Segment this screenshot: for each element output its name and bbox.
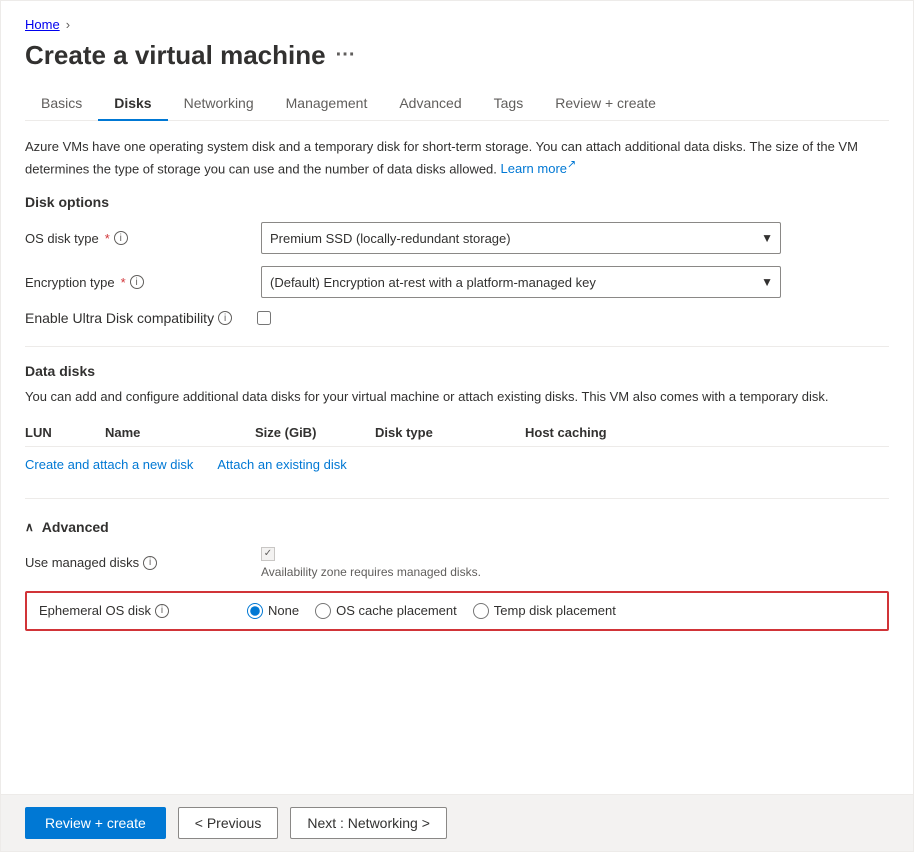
create-attach-disk-link[interactable]: Create and attach a new disk xyxy=(25,457,193,472)
previous-button[interactable]: < Previous xyxy=(178,807,279,839)
external-link-icon: ↗ xyxy=(567,159,576,171)
ultra-disk-info-icon[interactable]: i xyxy=(218,311,232,325)
breadcrumb: Home › xyxy=(25,17,889,32)
col-disk-type: Disk type xyxy=(375,425,525,440)
os-disk-type-select[interactable]: Premium SSD (locally-redundant storage) … xyxy=(261,222,781,254)
review-create-button[interactable]: Review + create xyxy=(25,807,166,839)
data-disks-actions: Create and attach a new disk Attach an e… xyxy=(25,447,889,482)
tab-advanced[interactable]: Advanced xyxy=(383,87,477,121)
disk-options-title: Disk options xyxy=(25,194,889,210)
os-disk-required: * xyxy=(105,231,110,246)
advanced-chevron: ∧ xyxy=(25,520,34,534)
os-disk-info-icon[interactable]: i xyxy=(114,231,128,245)
os-disk-type-wrapper: Premium SSD (locally-redundant storage) … xyxy=(261,222,781,254)
tab-basics[interactable]: Basics xyxy=(25,87,98,121)
encryption-type-select[interactable]: (Default) Encryption at-rest with a plat… xyxy=(261,266,781,298)
advanced-section: ∧ Advanced Use managed disks i ✓ Availab… xyxy=(25,519,889,631)
advanced-header[interactable]: ∧ Advanced xyxy=(25,519,889,535)
tab-bar: Basics Disks Networking Management Advan… xyxy=(25,87,889,121)
ultra-disk-label: Enable Ultra Disk compatibility xyxy=(25,310,214,326)
radio-temp-disk-input[interactable] xyxy=(473,603,489,619)
breadcrumb-sep: › xyxy=(66,17,70,32)
ephemeral-radio-group: None OS cache placement Temp disk placem… xyxy=(247,603,616,619)
managed-disks-label: Use managed disks i xyxy=(25,555,245,570)
attach-existing-disk-link[interactable]: Attach an existing disk xyxy=(217,457,346,472)
os-disk-type-row: OS disk type * i Premium SSD (locally-re… xyxy=(25,222,889,254)
col-size: Size (GiB) xyxy=(255,425,375,440)
tab-networking[interactable]: Networking xyxy=(168,87,270,121)
more-options-button[interactable]: ··· xyxy=(336,44,356,67)
radio-none-input[interactable] xyxy=(247,603,263,619)
ephemeral-os-disk-container: Ephemeral OS disk i None OS cache placem… xyxy=(25,591,889,631)
availability-note: Availability zone requires managed disks… xyxy=(261,565,481,579)
radio-temp-disk[interactable]: Temp disk placement xyxy=(473,603,616,619)
radio-os-cache-input[interactable] xyxy=(315,603,331,619)
managed-disks-info-icon[interactable]: i xyxy=(143,556,157,570)
ephemeral-os-disk-label: Ephemeral OS disk i xyxy=(39,603,247,618)
col-host-caching: Host caching xyxy=(525,425,675,440)
col-lun: LUN xyxy=(25,425,105,440)
encryption-type-label: Encryption type * i xyxy=(25,275,245,290)
page-description: Azure VMs have one operating system disk… xyxy=(25,137,889,178)
advanced-title: Advanced xyxy=(42,519,109,535)
data-disks-description: You can add and configure additional dat… xyxy=(25,387,889,407)
page-title: Create a virtual machine xyxy=(25,40,326,71)
radio-os-cache[interactable]: OS cache placement xyxy=(315,603,457,619)
tab-review-create[interactable]: Review + create xyxy=(539,87,672,121)
ephemeral-os-disk-row: Ephemeral OS disk i None OS cache placem… xyxy=(25,591,889,631)
divider-1 xyxy=(25,346,889,347)
data-disks-title: Data disks xyxy=(25,363,889,379)
ultra-disk-row: Enable Ultra Disk compatibility i xyxy=(25,310,889,326)
next-networking-button[interactable]: Next : Networking > xyxy=(290,807,447,839)
tab-tags[interactable]: Tags xyxy=(478,87,540,121)
os-disk-type-label: OS disk type * i xyxy=(25,231,245,246)
divider-2 xyxy=(25,498,889,499)
encryption-required: * xyxy=(121,275,126,290)
managed-disks-row: Use managed disks i ✓ Availability zone … xyxy=(25,547,889,579)
radio-none[interactable]: None xyxy=(247,603,299,619)
managed-disks-checkbox: ✓ xyxy=(261,547,275,561)
tab-disks[interactable]: Disks xyxy=(98,87,167,121)
ephemeral-os-disk-info-icon[interactable]: i xyxy=(155,604,169,618)
radio-os-cache-label: OS cache placement xyxy=(336,603,457,618)
breadcrumb-home[interactable]: Home xyxy=(25,17,60,32)
ultra-disk-checkbox[interactable] xyxy=(257,311,271,325)
footer: Review + create < Previous Next : Networ… xyxy=(1,794,913,851)
learn-more-link[interactable]: Learn more↗ xyxy=(501,161,577,176)
encryption-type-wrapper: (Default) Encryption at-rest with a plat… xyxy=(261,266,781,298)
encryption-type-row: Encryption type * i (Default) Encryption… xyxy=(25,266,889,298)
radio-none-label: None xyxy=(268,603,299,618)
managed-disks-area: ✓ Availability zone requires managed dis… xyxy=(261,547,481,579)
encryption-info-icon[interactable]: i xyxy=(130,275,144,289)
checkmark-icon: ✓ xyxy=(264,548,272,559)
data-disks-table-header: LUN Name Size (GiB) Disk type Host cachi… xyxy=(25,419,889,447)
tab-management[interactable]: Management xyxy=(270,87,384,121)
col-name: Name xyxy=(105,425,255,440)
page-title-area: Create a virtual machine ··· xyxy=(25,40,889,71)
radio-temp-disk-label: Temp disk placement xyxy=(494,603,616,618)
